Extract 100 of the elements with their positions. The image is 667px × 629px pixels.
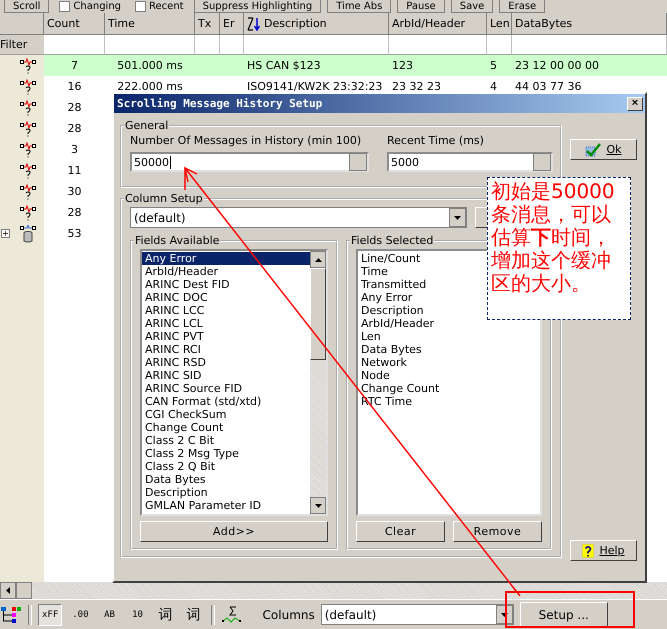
table-cell-text: 11 xyxy=(66,164,82,177)
message-icon xyxy=(20,78,36,94)
toolbar-button[interactable]: Suppress Highlighting xyxy=(194,0,322,13)
message-icon xyxy=(20,100,36,116)
checkbox[interactable] xyxy=(59,1,70,12)
list-item[interactable]: ARINC Source FID xyxy=(142,382,246,395)
toolbar-button[interactable]: Save xyxy=(450,0,494,13)
input-field[interactable]: 5000 xyxy=(387,152,553,172)
toolbar-button[interactable]: Erase xyxy=(499,0,546,13)
network-icon[interactable] xyxy=(0,606,22,624)
list-item[interactable]: CGI CheckSum xyxy=(142,408,230,421)
scroll-thumb[interactable] xyxy=(16,582,32,599)
list-item[interactable]: Transmitted xyxy=(358,278,430,291)
column-header[interactable]: Tx xyxy=(195,13,220,35)
table-cell-text: 23 12 00 00 00 xyxy=(514,59,600,72)
message-icon xyxy=(20,162,36,178)
list-item[interactable]: ARINC RSD xyxy=(142,356,209,369)
list-item[interactable]: Line/Count xyxy=(358,252,424,265)
checkmark-icon xyxy=(585,142,602,156)
column-header[interactable]: Count xyxy=(44,13,105,35)
list-button[interactable]: Clear xyxy=(356,521,445,542)
table-cell-text: 222.000 ms xyxy=(116,80,184,93)
format-button[interactable]: 词 xyxy=(154,604,177,626)
column-header[interactable]: Er xyxy=(220,13,244,35)
format-button[interactable]: AB xyxy=(98,604,121,626)
group-label: Fields Selected xyxy=(350,234,434,247)
list-box[interactable] xyxy=(140,249,328,516)
list-item[interactable]: Network xyxy=(358,356,410,369)
checkbox[interactable] xyxy=(135,1,146,12)
list-item[interactable]: ARINC LCL xyxy=(142,317,206,330)
list-item[interactable]: ARINC Dest FID xyxy=(142,278,233,291)
list-item[interactable]: Description xyxy=(142,486,211,499)
table-cell-text: 7 xyxy=(70,59,79,72)
format-button[interactable]: .00 xyxy=(68,604,93,626)
table-cell-text: 4 xyxy=(489,80,498,93)
column-header[interactable]: ArbId/Header xyxy=(389,13,487,35)
close-button[interactable]: × xyxy=(627,96,643,110)
format-button[interactable]: 10 xyxy=(126,604,149,626)
scroll-left-button[interactable] xyxy=(0,582,16,599)
checkbox-label: Changing xyxy=(73,1,122,12)
columns-label: Columns xyxy=(262,608,315,622)
columns-dropdown[interactable]: (default) xyxy=(320,604,514,625)
list-item[interactable]: Data Bytes xyxy=(358,343,425,356)
expand-toggle[interactable]: + xyxy=(1,229,10,238)
setup-button[interactable]: Setup ... xyxy=(520,602,608,628)
list-item[interactable]: GMLAN Parameter ID xyxy=(142,499,264,512)
list-item[interactable]: ARINC PVT xyxy=(142,330,207,343)
list-item[interactable]: ARINC LCC xyxy=(142,304,208,317)
table-cell-text: 5 xyxy=(489,59,498,72)
dialog-title: Scrolling Message History Setup xyxy=(117,97,322,110)
sort-icon xyxy=(247,16,261,30)
table-cell-text: 53 xyxy=(66,227,82,240)
left-arrow-icon xyxy=(6,587,10,594)
caret-icon xyxy=(500,612,508,616)
message-icon xyxy=(20,58,36,74)
format-button[interactable]: xFF xyxy=(38,604,62,626)
toolbar-button[interactable]: Scroll xyxy=(4,0,50,13)
list-item[interactable]: ARINC RCI xyxy=(142,343,204,356)
list-item[interactable]: CAN Format (std/xtd) xyxy=(142,395,264,408)
list-item[interactable]: Node xyxy=(358,369,393,382)
list-item[interactable]: ARINC DOC xyxy=(142,291,211,304)
checkbox-label: Recent xyxy=(149,1,184,12)
list-item[interactable]: Change Count xyxy=(358,382,442,395)
input-field[interactable]: 50000 xyxy=(130,152,369,172)
list-item[interactable]: Time xyxy=(358,265,391,278)
column-header[interactable]: Len xyxy=(487,13,512,35)
list-item[interactable]: Len xyxy=(358,330,384,343)
message-icon xyxy=(20,142,36,158)
list-item[interactable]: ArbId/Header xyxy=(358,317,438,330)
list-item[interactable]: Any Error xyxy=(142,252,310,265)
table-cell-text: 28 xyxy=(66,206,82,219)
list-item[interactable]: Class 2 Msg Type xyxy=(142,447,242,460)
list-item[interactable]: Class 2 Q Bit xyxy=(142,460,218,473)
table-cell-text: 30 xyxy=(66,185,82,198)
column-header[interactable]: Time xyxy=(105,13,195,35)
ok-button[interactable]: Ok xyxy=(570,139,637,160)
table-cell-text: 123 xyxy=(391,59,414,72)
preset-dropdown[interactable]: (default) xyxy=(130,207,467,228)
list-item[interactable]: ArbId/Header xyxy=(142,265,222,278)
column-header[interactable]: DataBytes xyxy=(512,13,667,35)
sigma-icon[interactable] xyxy=(220,606,243,624)
list-item[interactable]: ARINC SID xyxy=(142,369,205,382)
toolbar-button[interactable]: Time Abs xyxy=(327,0,392,13)
list-item[interactable]: Any Error xyxy=(358,291,416,304)
table-cell-text: 3 xyxy=(70,143,79,156)
scrollbar[interactable] xyxy=(310,251,326,514)
format-button[interactable]: 词 xyxy=(182,604,205,626)
toolbar-button[interactable]: Pause xyxy=(397,0,445,13)
group-label: Fields Available xyxy=(134,234,220,247)
caret-icon xyxy=(454,216,461,220)
list-item[interactable]: Class 2 C Bit xyxy=(142,434,218,447)
list-button[interactable]: Remove xyxy=(453,521,542,542)
field-label: Recent Time (ms) xyxy=(387,134,485,147)
add-button[interactable]: Add>> xyxy=(140,521,328,542)
list-item[interactable]: Change Count xyxy=(142,421,226,434)
column-header[interactable]: Description xyxy=(244,13,389,35)
list-item[interactable]: Data Bytes xyxy=(142,473,209,486)
up-arrow-icon xyxy=(314,258,322,262)
help-button[interactable]: Help xyxy=(570,540,637,561)
list-item[interactable]: Description xyxy=(358,304,427,317)
